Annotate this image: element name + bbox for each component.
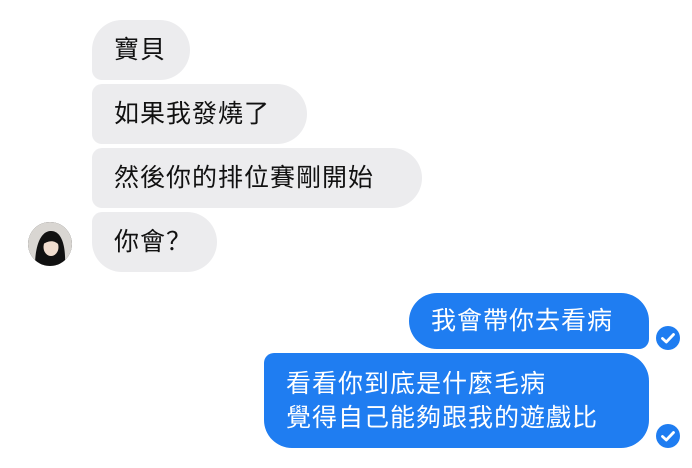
incoming-message-bubble[interactable]: 如果我發燒了	[92, 84, 307, 144]
incoming-message-bubble[interactable]: 你會？	[92, 212, 217, 272]
message-text: 你會？	[114, 227, 193, 256]
check-circle-icon	[656, 424, 680, 448]
outgoing-message-bubble[interactable]: 我會帶你去看病	[409, 293, 649, 349]
incoming-message-bubble[interactable]: 寶貝	[92, 20, 190, 80]
message-text-line: 覺得自己能夠跟我的遊戲比	[286, 402, 599, 432]
chat-thread: 寶貝 如果我發燒了 然後你的排位賽剛開始 你會？ 我會帶你去看病 看看你到底是什…	[0, 0, 692, 468]
avatar-image	[28, 222, 72, 266]
message-text: 寶貝	[114, 35, 167, 64]
message-text: 然後你的排位賽剛開始	[114, 163, 375, 192]
message-text-line: 看看你到底是什麼毛病	[286, 368, 547, 398]
contact-avatar[interactable]	[28, 222, 72, 266]
outgoing-message-bubble[interactable]: 看看你到底是什麼毛病 覺得自己能夠跟我的遊戲比	[264, 353, 649, 448]
incoming-message-bubble[interactable]: 然後你的排位賽剛開始	[92, 148, 422, 208]
message-text: 如果我發燒了	[114, 99, 271, 128]
message-text: 我會帶你去看病	[431, 306, 614, 335]
check-circle-icon	[656, 326, 680, 350]
